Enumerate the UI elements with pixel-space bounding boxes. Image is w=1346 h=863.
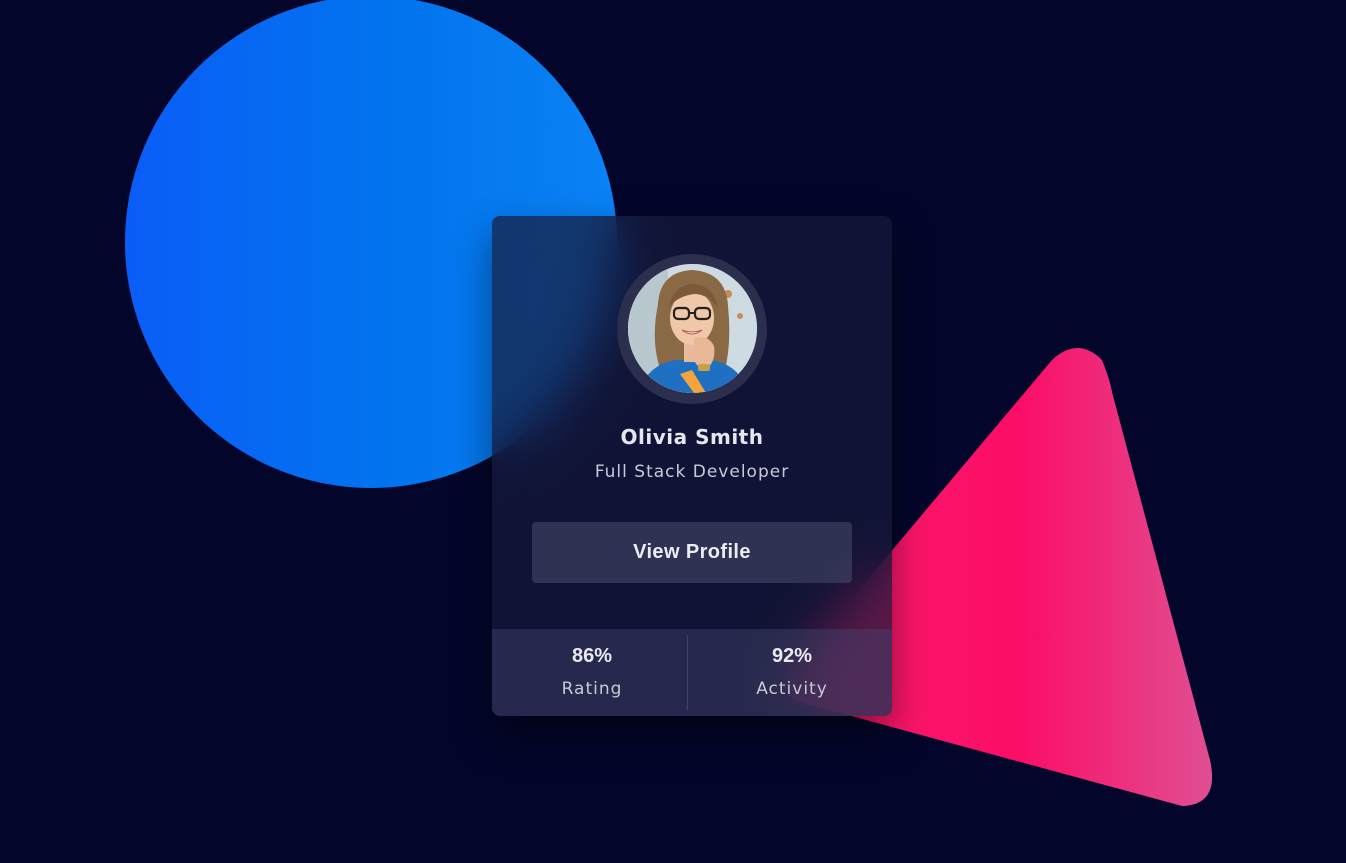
avatar-ring <box>617 254 767 404</box>
stat-label: Activity <box>756 679 828 699</box>
stat-value: 86% <box>571 645 613 667</box>
stat-rating: 86% Rating <box>492 629 692 716</box>
avatar-photo-icon <box>628 264 757 393</box>
stat-activity: 92% Activity <box>692 629 892 716</box>
avatar <box>628 264 757 393</box>
stats-bar: 86% Rating 92% Activity <box>492 629 892 716</box>
profile-name: Olivia Smith <box>620 425 764 449</box>
profile-card: Olivia Smith Full Stack Developer View P… <box>492 216 892 716</box>
stats-divider <box>687 635 688 710</box>
stat-value: 92% <box>771 645 813 667</box>
profile-role: Full Stack Developer <box>594 462 790 482</box>
stat-label: Rating <box>561 679 623 699</box>
view-profile-button[interactable]: View Profile <box>532 522 852 583</box>
page-background: Olivia Smith Full Stack Developer View P… <box>0 0 1346 863</box>
